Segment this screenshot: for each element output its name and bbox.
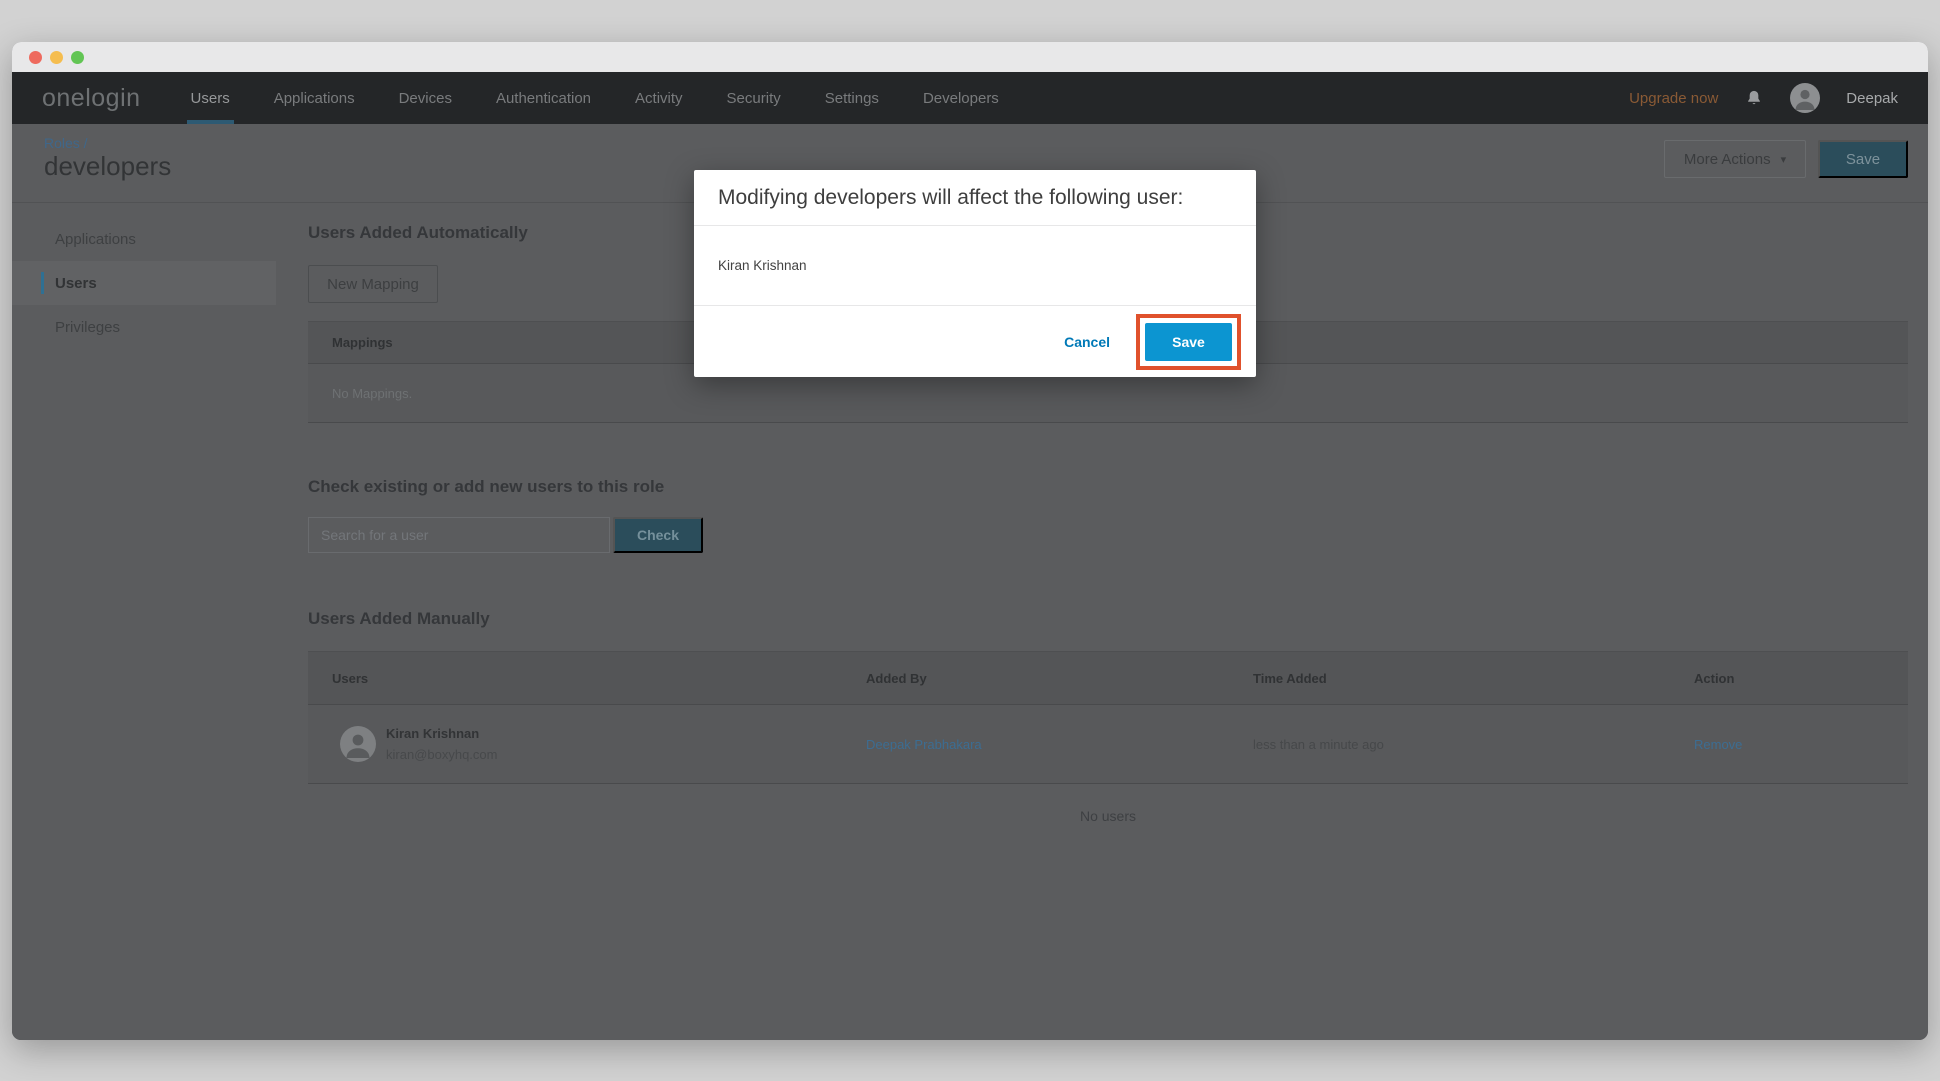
user-avatar-icon — [340, 726, 376, 762]
column-header-added-by: Added By — [866, 671, 1253, 686]
nav-item-devices[interactable]: Devices — [377, 72, 474, 124]
check-button[interactable]: Check — [613, 517, 703, 553]
desktop-background: onelogin Users Applications Devices Auth… — [0, 0, 1940, 1081]
modal-affected-user: Kiran Krishnan — [694, 226, 1256, 306]
user-email: kiran@boxyhq.com — [386, 747, 497, 762]
nav-item-security[interactable]: Security — [705, 72, 803, 124]
nav-item-users[interactable]: Users — [169, 72, 252, 124]
no-users-empty-state: No users — [308, 808, 1908, 824]
confirm-save-modal: Modifying developers will affect the fol… — [694, 170, 1256, 377]
user-identity: Kiran Krishnan kiran@boxyhq.com — [386, 726, 497, 762]
search-user-input[interactable] — [308, 517, 610, 553]
column-header-users: Users — [332, 671, 866, 686]
users-added-manually-title: Users Added Manually — [308, 609, 1908, 629]
page-title: developers — [44, 151, 171, 182]
nav-item-settings[interactable]: Settings — [803, 72, 901, 124]
modal-title: Modifying developers will affect the fol… — [694, 170, 1256, 226]
added-by-link[interactable]: Deepak Prabhakara — [866, 737, 1253, 752]
bell-icon[interactable] — [1744, 88, 1764, 108]
modal-save-button[interactable]: Save — [1145, 323, 1232, 361]
modal-footer: Cancel Save — [694, 306, 1256, 377]
remove-user-link[interactable]: Remove — [1694, 737, 1908, 752]
nav-item-applications[interactable]: Applications — [252, 72, 377, 124]
nav-item-authentication[interactable]: Authentication — [474, 72, 613, 124]
manual-users-table: Users Added By Time Added Action — [308, 651, 1908, 784]
breadcrumb[interactable]: Roles / — [44, 135, 88, 151]
table-row: Kiran Krishnan kiran@boxyhq.com Deepak P… — [308, 704, 1908, 784]
nav-item-developers[interactable]: Developers — [901, 72, 1021, 124]
top-navbar: onelogin Users Applications Devices Auth… — [12, 72, 1928, 124]
nav-menu: Users Applications Devices Authenticatio… — [169, 72, 1021, 124]
role-save-button[interactable]: Save — [1818, 140, 1908, 178]
new-mapping-button[interactable]: New Mapping — [308, 265, 438, 303]
sidebar-item-applications[interactable]: Applications — [12, 217, 276, 261]
table-header-row: Users Added By Time Added Action — [308, 652, 1908, 704]
navbar-right: Upgrade now Deepak — [1629, 83, 1898, 113]
user-avatar-icon[interactable] — [1790, 83, 1820, 113]
time-added-value: less than a minute ago — [1253, 737, 1694, 752]
user-search-row: Check — [308, 517, 1908, 553]
more-actions-label: More Actions — [1684, 151, 1771, 168]
sidebar-item-users[interactable]: Users — [12, 261, 276, 305]
role-sidebar: Applications Users Privileges — [12, 203, 276, 1039]
sidebar-item-privileges[interactable]: Privileges — [12, 305, 276, 349]
chevron-down-icon: ▾ — [1781, 153, 1787, 166]
check-users-title: Check existing or add new users to this … — [308, 477, 1908, 497]
window-titlebar — [12, 42, 1928, 72]
header-actions: More Actions ▾ Save — [1664, 140, 1908, 178]
nav-item-activity[interactable]: Activity — [613, 72, 705, 124]
onelogin-logo: onelogin — [42, 84, 141, 113]
modal-cancel-button[interactable]: Cancel — [1064, 334, 1110, 350]
close-window-icon[interactable] — [29, 51, 42, 64]
user-name: Kiran Krishnan — [386, 726, 497, 741]
zoom-window-icon[interactable] — [71, 51, 84, 64]
user-cell: Kiran Krishnan kiran@boxyhq.com — [332, 726, 866, 762]
more-actions-button[interactable]: More Actions ▾ — [1664, 140, 1806, 178]
minimize-window-icon[interactable] — [50, 51, 63, 64]
current-user-label[interactable]: Deepak — [1846, 90, 1898, 107]
column-header-action: Action — [1694, 671, 1908, 686]
column-header-time-added: Time Added — [1253, 671, 1694, 686]
upgrade-now-link[interactable]: Upgrade now — [1629, 90, 1718, 107]
save-button-highlight-annotation: Save — [1136, 314, 1241, 370]
